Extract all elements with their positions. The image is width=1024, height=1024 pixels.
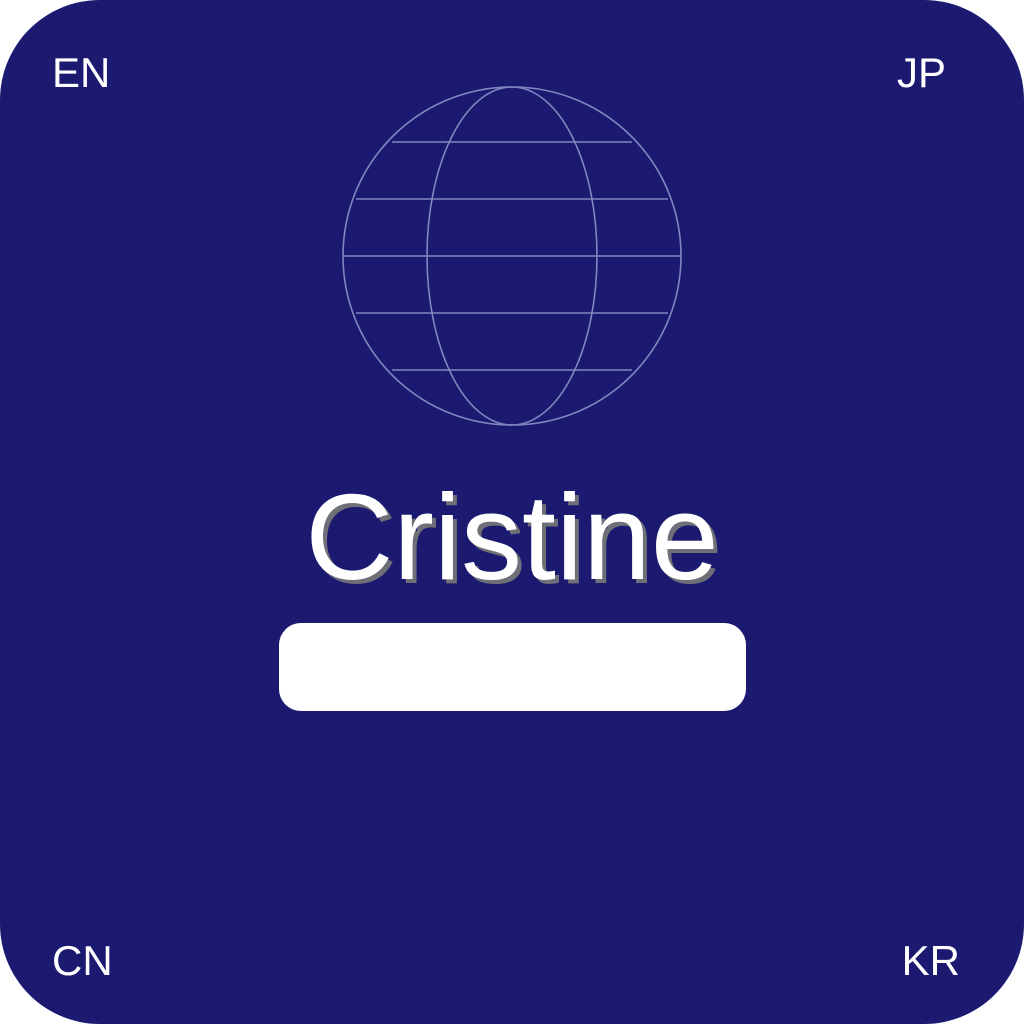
name-input-field[interactable] (279, 623, 746, 711)
language-label-en[interactable]: EN (52, 52, 110, 94)
language-label-cn[interactable]: CN (52, 940, 113, 982)
language-label-jp[interactable]: JP (897, 52, 946, 94)
globe-icon (342, 86, 682, 426)
app-icon-tile: EN JP CN KR Cristine (0, 0, 1024, 1024)
display-name: Cristine (305, 469, 719, 605)
language-label-kr[interactable]: KR (902, 940, 960, 982)
